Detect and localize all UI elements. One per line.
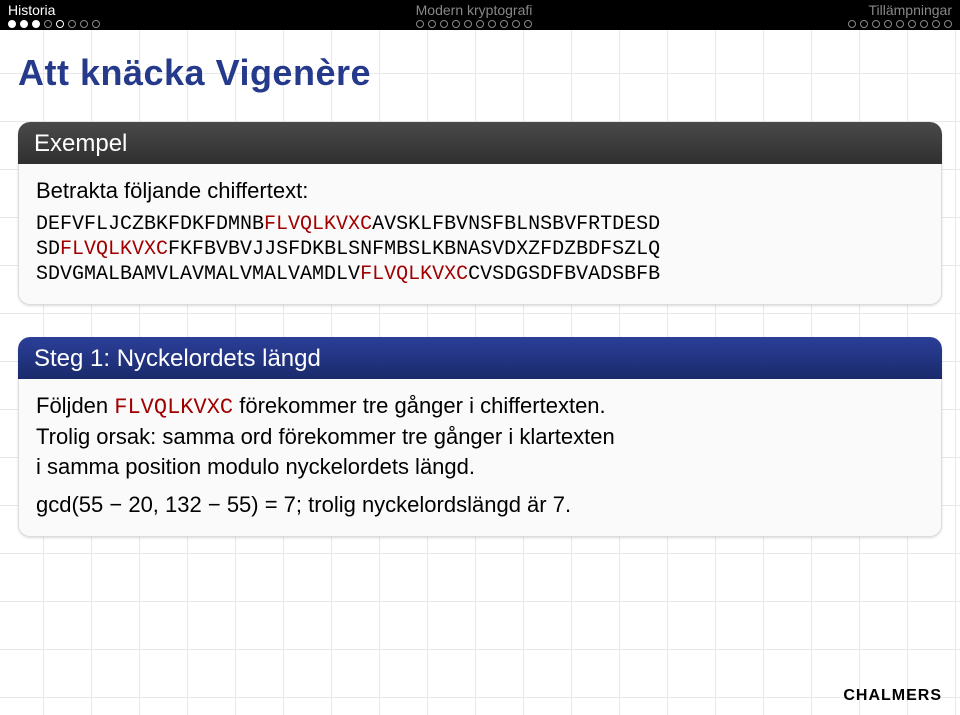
progress-dot bbox=[944, 20, 952, 28]
progress-dot bbox=[440, 20, 448, 28]
nav-progress-historia bbox=[8, 20, 100, 28]
step-sequence: FLVQLKVXC bbox=[114, 395, 233, 420]
nav-label-tillampningar: Tillämpningar bbox=[868, 2, 952, 18]
step-line-1b: förekommer tre gånger i chiffertexten. bbox=[233, 393, 606, 418]
example-header: Exempel bbox=[18, 122, 942, 164]
example-block: Exempel Betrakta följande chiffertext: D… bbox=[18, 122, 942, 305]
step-header: Steg 1: Nyckelordets längd bbox=[18, 337, 942, 379]
progress-dot bbox=[848, 20, 856, 28]
progress-dot bbox=[524, 20, 532, 28]
cipher-seg: AVSKLFBVNSFBLNSBVFRTDESD bbox=[372, 213, 660, 236]
nav-section-modern[interactable]: Modern kryptografi bbox=[416, 2, 533, 28]
nav-label-modern: Modern kryptografi bbox=[416, 2, 533, 18]
cipher-seg: SD bbox=[36, 238, 60, 261]
example-intro: Betrakta följande chiffertext: bbox=[36, 176, 924, 206]
progress-dot bbox=[860, 20, 868, 28]
slide-content: Att knäcka Vigenère Exempel Betrakta föl… bbox=[0, 30, 960, 537]
progress-dot bbox=[488, 20, 496, 28]
progress-dot bbox=[80, 20, 88, 28]
step-line-1: Följden FLVQLKVXC förekommer tre gånger … bbox=[36, 391, 924, 423]
progress-dot bbox=[932, 20, 940, 28]
progress-dot bbox=[20, 20, 28, 28]
progress-dot bbox=[896, 20, 904, 28]
progress-dot bbox=[920, 20, 928, 28]
cipher-seg: CVSDGSDFBVADSBFB bbox=[468, 263, 660, 286]
example-body: Betrakta följande chiffertext: DEFVFLJCZ… bbox=[18, 164, 942, 305]
cipher-match: FLVQLKVXC bbox=[264, 213, 372, 236]
progress-dot bbox=[476, 20, 484, 28]
footer-logo: CHALMERS bbox=[843, 687, 942, 705]
step-line-3: i samma position modulo nyckelordets län… bbox=[36, 452, 924, 482]
progress-dot bbox=[8, 20, 16, 28]
progress-dot bbox=[872, 20, 880, 28]
ciphertext: DEFVFLJCZBKFDKFDMNBFLVQLKVXCAVSKLFBVNSFB… bbox=[36, 212, 924, 287]
cipher-match: FLVQLKVXC bbox=[60, 238, 168, 261]
progress-dot bbox=[500, 20, 508, 28]
step-body: Följden FLVQLKVXC förekommer tre gånger … bbox=[18, 379, 942, 538]
progress-dot bbox=[32, 20, 40, 28]
progress-dot bbox=[908, 20, 916, 28]
nav-progress-modern bbox=[416, 20, 532, 28]
step-block: Steg 1: Nyckelordets längd Följden FLVQL… bbox=[18, 337, 942, 538]
step-line-4: gcd(55 − 20, 132 − 55) = 7; trolig nycke… bbox=[36, 490, 924, 520]
step-line-2: Trolig orsak: samma ord förekommer tre g… bbox=[36, 422, 924, 452]
progress-dot bbox=[428, 20, 436, 28]
step-line-1a: Följden bbox=[36, 393, 114, 418]
progress-dot bbox=[44, 20, 52, 28]
progress-dot bbox=[56, 20, 64, 28]
progress-dot bbox=[452, 20, 460, 28]
nav-section-tillampningar[interactable]: Tillämpningar bbox=[848, 2, 952, 28]
progress-dot bbox=[464, 20, 472, 28]
cipher-seg: SDVGMALBAMVLAVMALVMALVAMDLV bbox=[36, 263, 360, 286]
progress-dot bbox=[416, 20, 424, 28]
cipher-seg: FKFBVBVJJSFDKBLSNFMBSLKBNASVDXZFDZBDFSZL… bbox=[168, 238, 660, 261]
nav-bar: Historia Modern kryptografi Tillämpninga… bbox=[0, 0, 960, 30]
nav-progress-tillampningar bbox=[848, 20, 952, 28]
progress-dot bbox=[884, 20, 892, 28]
page-title: Att knäcka Vigenère bbox=[18, 52, 942, 94]
nav-label-historia: Historia bbox=[8, 2, 55, 18]
cipher-match: FLVQLKVXC bbox=[360, 263, 468, 286]
nav-section-historia[interactable]: Historia bbox=[8, 2, 100, 28]
cipher-seg: DEFVFLJCZBKFDKFDMNB bbox=[36, 213, 264, 236]
progress-dot bbox=[68, 20, 76, 28]
progress-dot bbox=[512, 20, 520, 28]
progress-dot bbox=[92, 20, 100, 28]
